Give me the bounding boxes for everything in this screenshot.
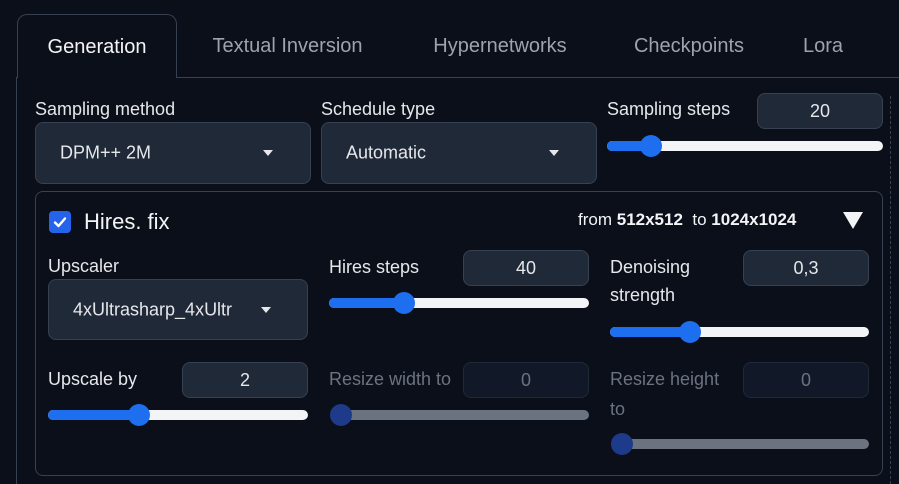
upscale-by-input[interactable]: 2: [182, 362, 308, 398]
denoising-label-line2: strength: [610, 285, 676, 305]
resize-height-slider[interactable]: [611, 433, 869, 455]
resize-width-label: Resize width to: [329, 369, 452, 389]
slider-track: [622, 439, 869, 449]
resize-height-label-line1: Resize height: [610, 369, 720, 389]
sampling-steps-label: Sampling steps: [607, 99, 731, 119]
denoising-strength-input[interactable]: 0,3: [743, 250, 869, 286]
slider-thumb[interactable]: [640, 135, 662, 157]
slider-thumb[interactable]: [330, 404, 352, 426]
tab-checkpoints[interactable]: Checkpoints: [614, 14, 764, 78]
tab-divider: [176, 77, 899, 78]
slider-thumb[interactable]: [611, 433, 633, 455]
hires-fix-label: Hires. fix: [84, 209, 170, 234]
upscale-by-label: Upscale by: [48, 369, 138, 389]
to-size: 1024x1024: [711, 210, 797, 229]
tab-textual-inversion[interactable]: Textual Inversion: [190, 14, 385, 78]
schedule-type-value: Automatic: [346, 142, 427, 163]
resize-height-label: Resize height to: [610, 368, 719, 420]
sampling-steps-input[interactable]: 20: [757, 93, 883, 129]
upscaler-label: Upscaler: [48, 256, 120, 276]
check-icon: [53, 217, 67, 228]
panel-border-right: [890, 96, 891, 484]
denoising-label-line1: Denoising: [610, 257, 691, 277]
resize-height-input[interactable]: 0: [743, 362, 869, 398]
chevron-down-icon: [549, 150, 559, 156]
sampling-steps-slider[interactable]: [607, 135, 883, 157]
upscaler-dropdown[interactable]: 4xUltrasharp_4xUltr: [48, 279, 308, 340]
hires-fix-size-info: from 512x512 to 1024x1024: [578, 210, 796, 230]
hires-steps-input[interactable]: 40: [463, 250, 589, 286]
slider-thumb[interactable]: [128, 404, 150, 426]
collapse-triangle-icon[interactable]: [843, 212, 863, 229]
chevron-down-icon: [261, 306, 271, 313]
sampling-method-label: Sampling method: [35, 99, 176, 119]
from-word: from: [578, 210, 612, 229]
slider-thumb[interactable]: [393, 292, 415, 314]
tab-lora[interactable]: Lora: [788, 14, 858, 78]
slider-thumb[interactable]: [679, 321, 701, 343]
sampling-method-value: DPM++ 2M: [60, 142, 152, 163]
tab-bar: Generation Textual Inversion Hypernetwor…: [0, 0, 899, 78]
hires-steps-label: Hires steps: [329, 257, 420, 277]
chevron-down-icon: [263, 150, 273, 156]
upscale-by-slider[interactable]: [48, 404, 308, 426]
tab-generation[interactable]: Generation: [17, 14, 177, 78]
upscaler-value: 4xUltrasharp_4xUltr: [73, 299, 233, 319]
tab-hypernetworks[interactable]: Hypernetworks: [410, 14, 590, 78]
resize-width-input[interactable]: 0: [463, 362, 589, 398]
sampling-method-dropdown[interactable]: DPM++ 2M: [35, 122, 311, 184]
hires-steps-slider[interactable]: [329, 292, 589, 314]
resize-height-label-line2: to: [610, 399, 626, 419]
to-word: to: [692, 210, 707, 229]
hires-fix-checkbox[interactable]: [49, 211, 71, 233]
panel-border: [16, 77, 17, 484]
slider-track: [341, 410, 589, 420]
denoising-strength-label: Denoising strength: [610, 256, 690, 306]
schedule-type-dropdown[interactable]: Automatic: [321, 122, 597, 184]
schedule-type-label: Schedule type: [321, 99, 436, 119]
resize-width-slider[interactable]: [330, 404, 589, 426]
from-size: 512x512: [616, 210, 683, 229]
denoising-strength-slider[interactable]: [610, 321, 869, 343]
